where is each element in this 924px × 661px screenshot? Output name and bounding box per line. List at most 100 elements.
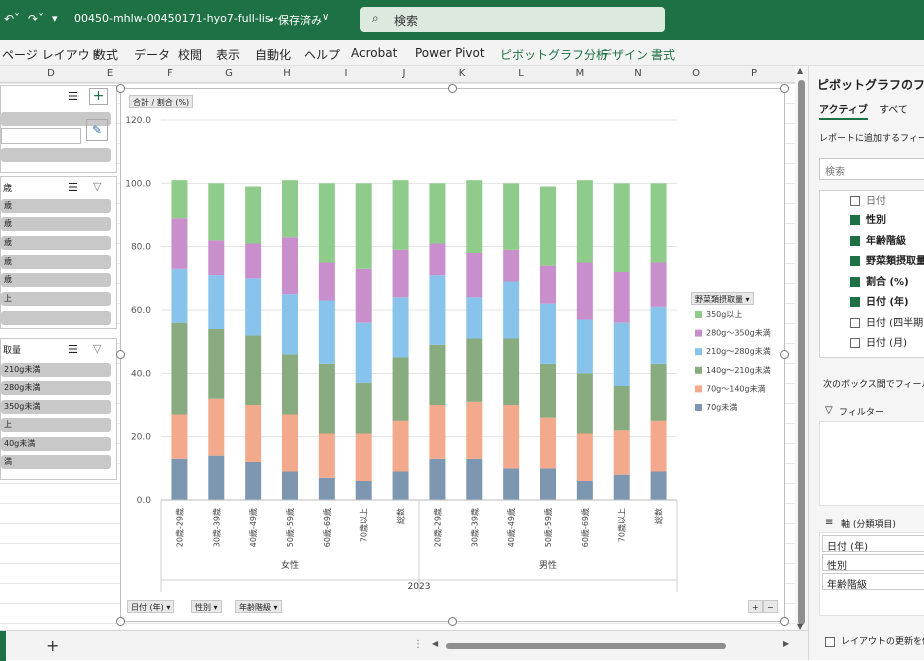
slicer-item[interactable] [1, 311, 111, 325]
multi-select-icon[interactable]: ☰ [68, 181, 78, 194]
scroll-up-icon[interactable]: ▲ [797, 66, 803, 75]
tab-all-fields[interactable]: すべて [879, 101, 908, 116]
tab-design[interactable]: デザイン [600, 46, 648, 63]
tab-power-pivot[interactable]: Power Pivot [415, 46, 485, 60]
tab-formulas[interactable]: 数式 [94, 46, 118, 63]
slicer-vegetable-intake[interactable]: 取量 ☰ ▽ 210g未満 280g未満 350g未満 上 40g未満 満 [0, 338, 117, 480]
tab-format[interactable]: 書式 [651, 46, 675, 63]
resize-handle[interactable] [116, 617, 125, 626]
value-field-button[interactable]: 合計 / 割合 (%) [129, 95, 194, 108]
slicer-item[interactable]: 歳 [1, 273, 111, 287]
slicer-item[interactable] [1, 148, 111, 162]
checkbox[interactable] [850, 196, 860, 206]
axis-item[interactable]: 日付 (年) [822, 535, 924, 553]
chevron-down-icon[interactable]: ∨ [322, 12, 329, 23]
resize-handle[interactable] [448, 617, 457, 626]
checkbox-checked[interactable] [850, 277, 860, 287]
field-item-date-quarter[interactable]: 日付 (四半期) [850, 314, 924, 329]
resize-handle[interactable] [780, 350, 789, 359]
defer-update-checkbox[interactable]: レイアウトの更新を保 [825, 634, 924, 647]
tab-acrobat[interactable]: Acrobat [351, 46, 397, 60]
slicer-item-blank[interactable] [1, 128, 81, 144]
slicer-age[interactable]: 歳 ☰ ▽ 歳 歳 歳 歳 歳 上 [0, 176, 117, 329]
checkbox-checked[interactable] [850, 215, 860, 225]
column-header[interactable]: N [618, 68, 658, 79]
undo-icon[interactable]: ↶ˇ [4, 12, 20, 26]
brush-icon[interactable]: ✎ [86, 119, 108, 141]
field-item-date-month[interactable]: 日付 (月) [850, 334, 907, 349]
search-box[interactable]: ⌕ 検索 [360, 7, 665, 32]
axis-drop-area[interactable]: 日付 (年) 性別 年齢階級 [819, 532, 924, 616]
slicer-item[interactable]: 歳 [1, 217, 111, 231]
tab-active-fields[interactable]: アクティブ [819, 101, 868, 120]
slicer-item[interactable]: 上 [1, 418, 111, 432]
column-header[interactable]: L [501, 68, 541, 79]
multi-select-icon[interactable]: ☰ [68, 343, 78, 356]
active-sheet-tab-edge[interactable] [0, 631, 6, 661]
add-sheet-icon[interactable]: + [46, 636, 59, 655]
pivot-chart[interactable]: 0.0 20.0 40.0 60.0 80.0 100.0 120.0 20歳-29歳 30歳-… [120, 88, 785, 622]
filters-drop-area[interactable] [819, 421, 924, 506]
legend-field-button[interactable]: 野菜類摂取量 ▾ [691, 292, 754, 305]
slicer-item[interactable]: 210g未満 [1, 363, 111, 377]
resize-handle[interactable] [448, 84, 457, 93]
tab-pivotchart-analyze[interactable]: ピボットグラフ分析 [500, 46, 608, 63]
clear-filter-icon[interactable]: ▽ [93, 180, 101, 193]
resize-handle[interactable] [780, 84, 789, 93]
multi-select-icon[interactable]: ☰ [68, 90, 78, 103]
column-header[interactable]: M [560, 68, 600, 79]
scroll-thumb[interactable] [798, 80, 805, 625]
column-header[interactable]: E [90, 68, 130, 79]
add-icon[interactable]: + [89, 88, 108, 105]
tab-data[interactable]: データ [134, 46, 170, 63]
column-header[interactable]: I [326, 68, 366, 79]
axis-item[interactable]: 性別 [822, 554, 924, 572]
resize-handle[interactable] [780, 617, 789, 626]
slicer-item[interactable]: 280g未満 [1, 381, 111, 395]
resize-handle[interactable] [116, 84, 125, 93]
save-status[interactable]: • 保存済み [268, 12, 322, 28]
scroll-right-icon[interactable]: ▶ [783, 639, 789, 648]
checkbox[interactable] [850, 338, 860, 348]
column-header[interactable]: D [31, 68, 71, 79]
axis-field-button-age[interactable]: 年齢階級 ▾ [235, 600, 282, 613]
tab-review[interactable]: 校閲 [178, 46, 202, 63]
field-item-vegetable-intake[interactable]: 野菜類摂取量 [850, 252, 924, 267]
column-header[interactable]: G [209, 68, 249, 79]
column-header[interactable]: P [734, 68, 774, 79]
clear-filter-icon[interactable]: ▽ [93, 342, 101, 355]
field-item-ratio[interactable]: 割合 (%) [850, 273, 909, 288]
slicer-item[interactable]: 350g未満 [1, 400, 111, 414]
tab-page-layout[interactable]: ページ レイアウト [2, 46, 102, 63]
field-item-date[interactable]: 日付 [850, 192, 886, 207]
field-item-gender[interactable]: 性別 [850, 211, 886, 226]
redo-icon[interactable]: ↷ˇ [28, 12, 44, 26]
axis-field-button-gender[interactable]: 性別 ▾ [191, 600, 222, 613]
field-search-input[interactable]: 検索 [819, 158, 924, 180]
checkbox[interactable] [825, 636, 835, 647]
field-item-age-class[interactable]: 年齢階級 [850, 232, 906, 247]
column-header[interactable]: O [676, 68, 716, 79]
field-item-date-year[interactable]: 日付 (年) [850, 293, 909, 308]
column-header[interactable]: K [442, 68, 482, 79]
axis-field-button-year[interactable]: 日付 (年) ▾ [127, 600, 175, 613]
horizontal-scroll-thumb[interactable] [446, 643, 726, 649]
collapse-field-button[interactable]: − [763, 600, 778, 613]
more-options-icon[interactable]: ⋮ [413, 639, 423, 650]
slicer-item[interactable]: 満 [1, 455, 111, 469]
tab-automate[interactable]: 自動化 [255, 46, 291, 63]
column-header[interactable]: H [267, 68, 307, 79]
slicer-top[interactable]: ☰ + ✎ [0, 85, 117, 173]
checkbox-checked[interactable] [850, 236, 860, 246]
slicer-item[interactable]: 上 [1, 292, 111, 306]
column-header[interactable]: J [384, 68, 424, 79]
tab-view[interactable]: 表示 [216, 46, 240, 63]
slicer-item[interactable]: 歳 [1, 236, 111, 250]
checkbox-checked[interactable] [850, 256, 860, 266]
tab-help[interactable]: ヘルプ [304, 46, 340, 63]
slicer-item[interactable]: 歳 [1, 255, 111, 269]
expand-field-button[interactable]: + [748, 600, 763, 613]
checkbox-checked[interactable] [850, 297, 860, 307]
checkbox[interactable] [850, 318, 860, 328]
axis-item[interactable]: 年齢階級 [822, 573, 924, 591]
